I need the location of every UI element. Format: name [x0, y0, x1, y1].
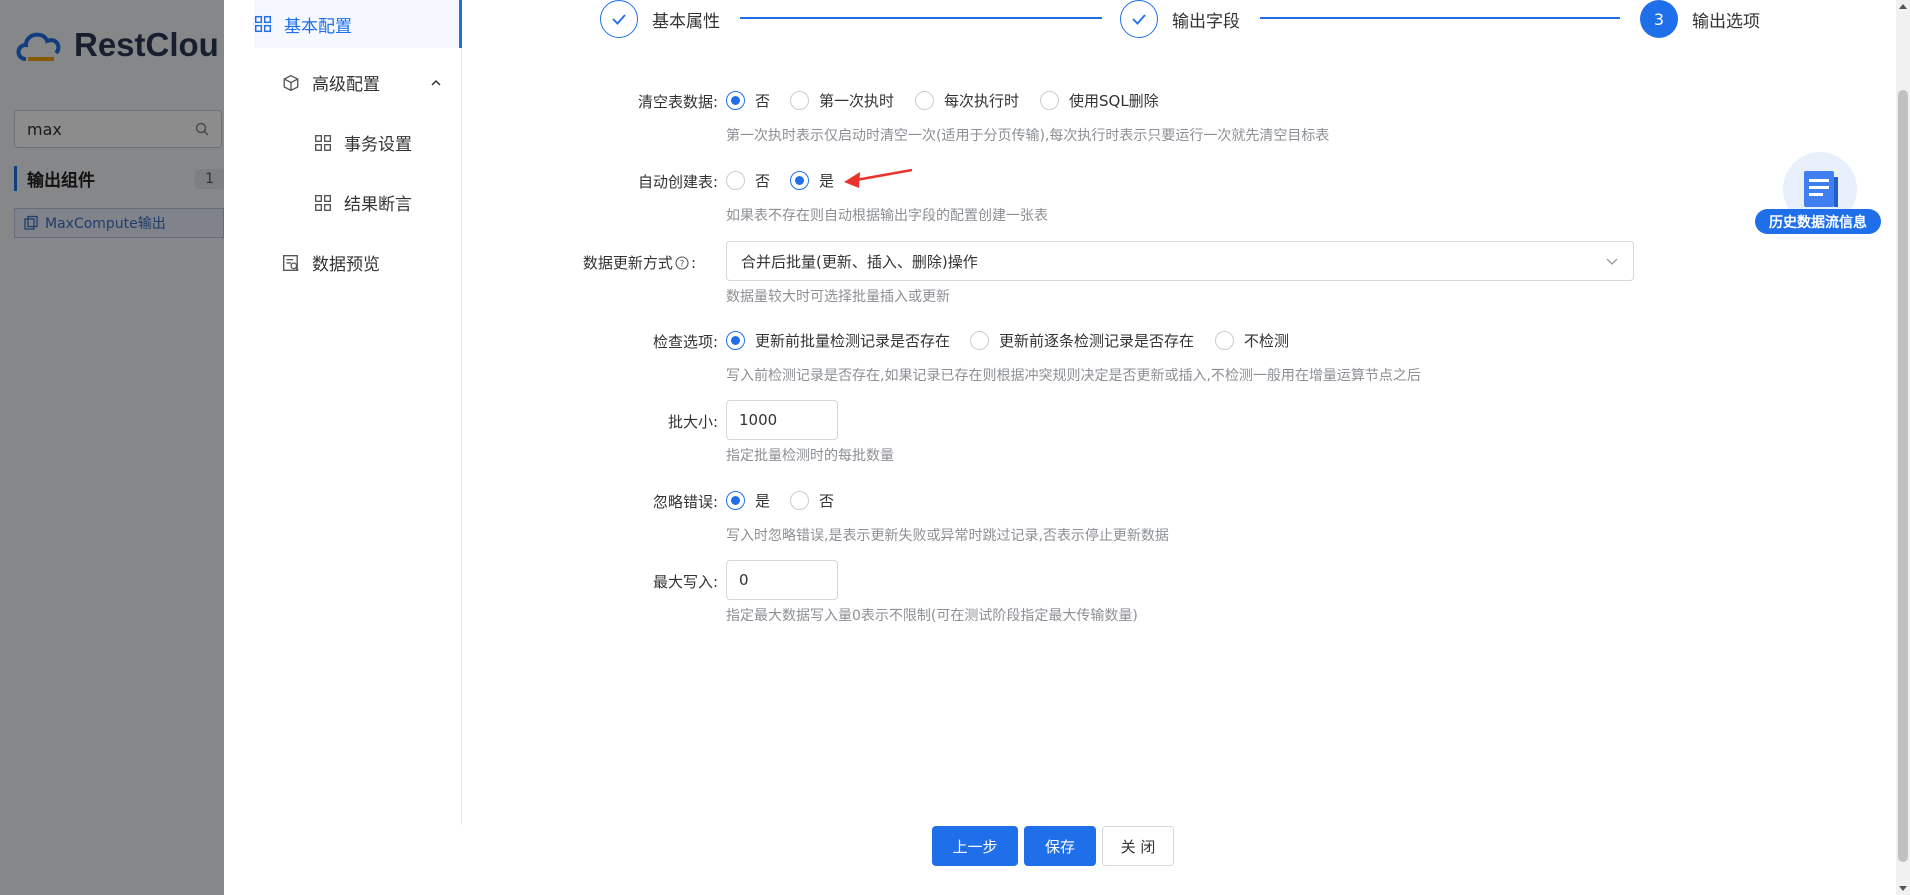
nav-item-data-preview[interactable]: 数据预览 — [282, 250, 380, 275]
grid-icon — [254, 15, 272, 33]
close-button[interactable]: 关 闭 — [1102, 826, 1174, 866]
chevron-down-icon — [1606, 258, 1618, 265]
config-drawer: 基本配置 高级配置 事务设置 结果断言 数据预览 基本属性 输出字段 3 输出选… — [224, 0, 1910, 895]
check-icon — [600, 0, 638, 38]
auto-create-label: 自动创建表: — [637, 173, 718, 191]
auto-create-hint: 如果表不存在则自动根据输出字段的配置创建一张表 — [726, 208, 1048, 224]
step-label: 输出选项 — [1692, 11, 1760, 32]
step-label: 输出字段 — [1172, 11, 1240, 32]
nav-label: 基本配置 — [284, 16, 352, 37]
check-option-radio-single[interactable]: 更新前逐条检测记录是否存在 — [970, 330, 1194, 351]
input-value: 0 — [739, 571, 749, 589]
update-mode-hint: 数据量较大时可选择批量插入或更新 — [726, 289, 950, 305]
radio-label: 是 — [819, 172, 835, 190]
clear-table-radio-sql-delete[interactable]: 使用SQL删除 — [1040, 90, 1159, 111]
step-output-options[interactable]: 3 输出选项 — [1640, 0, 1760, 38]
clear-table-radio-first-run[interactable]: 第一次执时 — [790, 90, 894, 111]
ignore-errors-hint: 写入时忽略错误,是表示更新失败或异常时跳过记录,否表示停止更新数据 — [726, 528, 1169, 544]
nav-label: 数据预览 — [312, 255, 380, 275]
radio-unchecked-icon — [915, 91, 934, 110]
grid-icon — [315, 194, 331, 211]
vertical-scrollbar[interactable] — [1896, 0, 1910, 895]
update-mode-select[interactable]: 合并后批量(更新、插入、删除)操作 — [726, 241, 1634, 281]
radio-label: 否 — [755, 92, 771, 110]
ignore-errors-label: 忽略错误: — [652, 493, 718, 511]
grid-icon — [315, 134, 331, 151]
radio-checked-icon — [726, 491, 745, 510]
radio-label: 更新前逐条检测记录是否存在 — [999, 332, 1195, 350]
check-option-label: 检查选项: — [652, 333, 718, 351]
chevron-up-icon[interactable] — [430, 77, 442, 89]
radio-label: 否 — [755, 172, 771, 190]
radio-checked-icon — [726, 91, 745, 110]
auto-create-radio-yes[interactable]: 是 — [790, 170, 834, 191]
update-mode-label: 数据更新方式 ? : — [496, 252, 696, 273]
modal-overlay[interactable] — [0, 0, 224, 895]
history-dataflow-button[interactable]: 历史数据流信息 — [1755, 152, 1881, 234]
check-option-radio-none[interactable]: 不检测 — [1215, 330, 1289, 351]
radio-label: 使用SQL删除 — [1069, 92, 1159, 110]
nav-item-result-assertion[interactable]: 结果断言 — [314, 190, 412, 215]
scrollbar-thumb[interactable] — [1898, 90, 1908, 862]
ignore-errors-radio-yes[interactable]: 是 — [726, 490, 770, 511]
annotation-arrow-icon — [844, 168, 913, 188]
clear-table-hint: 第一次执时表示仅启动时清空一次(适用于分页传输),每次执行时表示只要运行一次就先… — [726, 128, 1330, 144]
check-option-radio-batch[interactable]: 更新前批量检测记录是否存在 — [726, 330, 950, 351]
nav-item-transaction-settings[interactable]: 事务设置 — [314, 130, 412, 155]
radio-unchecked-icon — [726, 171, 745, 190]
input-value: 1000 — [739, 411, 778, 429]
step-connector — [1260, 17, 1620, 19]
radio-unchecked-icon — [1040, 91, 1059, 110]
help-icon[interactable]: ? — [675, 255, 689, 270]
radio-unchecked-icon — [790, 91, 809, 110]
nav-item-advanced-config[interactable]: 高级配置 — [282, 70, 442, 95]
max-write-hint: 指定最大数据写入量0表示不限制(可在测试阶段指定最大传输数量) — [726, 608, 1138, 624]
step-basic-properties[interactable]: 基本属性 — [600, 0, 720, 38]
radio-label: 第一次执时 — [819, 92, 895, 110]
nav-label: 结果断言 — [344, 195, 412, 215]
ignore-errors-radio-no[interactable]: 否 — [790, 490, 834, 511]
batch-size-label: 批大小: — [667, 413, 718, 431]
max-write-label: 最大写入: — [652, 573, 718, 591]
radio-unchecked-icon — [970, 331, 989, 350]
history-dataflow-label: 历史数据流信息 — [1755, 209, 1881, 234]
radio-label: 否 — [819, 492, 835, 510]
check-icon — [1120, 0, 1158, 38]
radio-unchecked-icon — [790, 491, 809, 510]
max-write-input[interactable]: 0 — [726, 560, 838, 600]
batch-size-input[interactable]: 1000 — [726, 400, 838, 440]
select-value: 合并后批量(更新、插入、删除)操作 — [741, 252, 978, 271]
radio-label: 是 — [755, 492, 771, 510]
clear-table-radio-every-run[interactable]: 每次执行时 — [915, 90, 1019, 111]
prev-step-button[interactable]: 上一步 — [932, 826, 1018, 866]
nav-item-basic-config[interactable]: 基本配置 — [254, 0, 462, 48]
auto-create-radio-no[interactable]: 否 — [726, 170, 770, 191]
radio-checked-icon — [726, 331, 745, 350]
scroll-up-icon[interactable] — [1898, 2, 1908, 10]
colon: : — [690, 253, 696, 272]
radio-unchecked-icon — [1215, 331, 1234, 350]
scroll-down-icon[interactable] — [1898, 885, 1908, 893]
radio-checked-icon — [790, 171, 809, 190]
clear-table-label: 清空表数据: — [637, 93, 718, 111]
check-option-hint: 写入前检测记录是否存在,如果记录已存在则根据冲突规则决定是否更新或插入,不检测一… — [726, 368, 1421, 384]
batch-size-hint: 指定批量检测时的每批数量 — [726, 448, 894, 464]
radio-label: 每次执行时 — [944, 92, 1020, 110]
update-mode-label-text: 数据更新方式 — [582, 254, 673, 272]
nav-label: 事务设置 — [344, 135, 412, 155]
step-label: 基本属性 — [652, 11, 720, 32]
step-connector — [740, 17, 1102, 19]
preview-icon — [283, 254, 299, 271]
clear-table-radio-no[interactable]: 否 — [726, 90, 770, 111]
step-output-fields[interactable]: 输出字段 — [1120, 0, 1240, 38]
radio-label: 不检测 — [1244, 332, 1290, 350]
svg-text:?: ? — [680, 259, 685, 269]
cube-icon — [283, 74, 299, 91]
config-side-nav: 基本配置 高级配置 事务设置 结果断言 数据预览 — [224, 0, 462, 825]
nav-label: 高级配置 — [312, 75, 380, 95]
save-button[interactable]: 保存 — [1024, 826, 1096, 866]
radio-label: 更新前批量检测记录是否存在 — [755, 332, 951, 350]
step-number: 3 — [1640, 0, 1678, 38]
